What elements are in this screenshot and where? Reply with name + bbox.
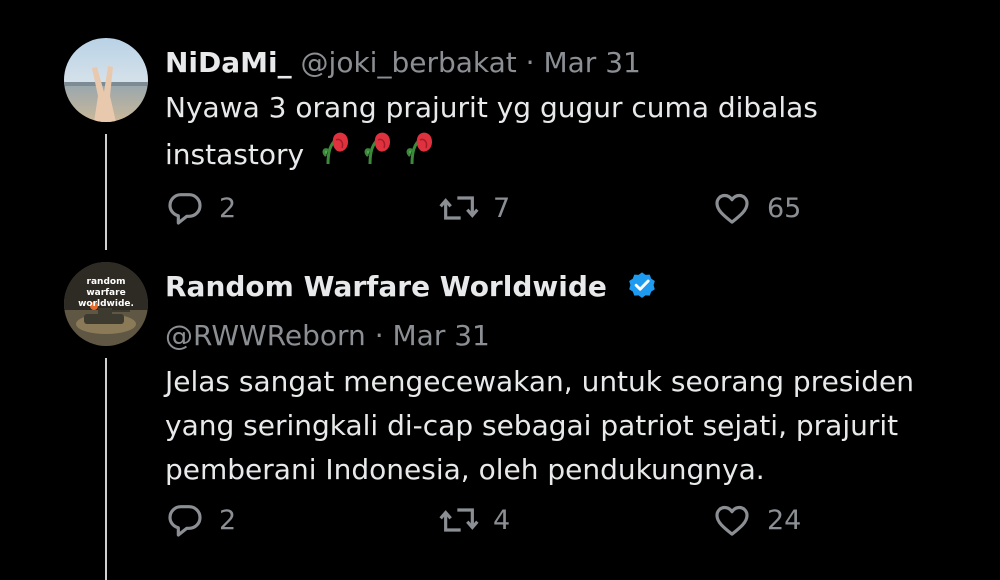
repost-icon [437, 188, 481, 228]
avatar-text: worldwide. [78, 299, 134, 309]
avatar-text: warfare [86, 288, 125, 298]
repost-button[interactable]: 4 [437, 500, 510, 540]
display-name[interactable]: Random Warfare Worldwide [165, 270, 607, 303]
thread-line [105, 134, 107, 250]
like-count: 65 [767, 192, 802, 224]
tweet-text-line: instastory [165, 137, 305, 171]
tweet-text-line: pemberani Indonesia, oleh pendukungnya. [165, 453, 765, 486]
thread-line [105, 358, 107, 580]
reply-icon [165, 188, 205, 228]
separator: · [525, 46, 535, 79]
reply-button[interactable]: 2 [165, 500, 236, 540]
heart-icon [711, 188, 753, 228]
wilted-flower-icon [322, 130, 352, 179]
verified-badge-icon [626, 269, 658, 310]
separator: · [374, 319, 384, 352]
repost-icon [437, 500, 481, 540]
tweet-2[interactable]: random warfare worldwide. Random Warfare… [0, 250, 1000, 580]
repost-count: 7 [493, 192, 511, 224]
repost-button[interactable]: 7 [437, 188, 510, 228]
reply-count: 2 [219, 504, 237, 536]
tweet-actions: 2 4 24 [165, 500, 825, 540]
reply-icon [165, 500, 205, 540]
handle[interactable]: @RWWReborn [165, 319, 366, 352]
tweet-text: Nyawa 3 orang prajurit yg gugur cuma dib… [165, 86, 818, 179]
tweet-text-line: yang seringkali di-cap sebagai patriot s… [165, 409, 899, 442]
tweet-actions: 2 7 65 [165, 188, 825, 228]
handle[interactable]: @joki_berbakat [301, 46, 517, 79]
wilted-flower-icon [364, 130, 394, 179]
tweet-header: NiDaMi_ @joki_berbakat · Mar 31 [165, 45, 641, 81]
like-count: 24 [767, 504, 802, 536]
repost-count: 4 [493, 504, 511, 536]
tweet-text: Jelas sangat mengecewakan, untuk seorang… [165, 360, 914, 492]
reply-button[interactable]: 2 [165, 188, 236, 228]
tweet-subheader: @RWWReborn · Mar 31 [165, 318, 490, 354]
wilted-flower-icon [406, 130, 436, 179]
avatar-text: random [87, 277, 126, 287]
display-name[interactable]: NiDaMi_ [165, 46, 292, 79]
avatar-rww[interactable]: random warfare worldwide. [64, 262, 148, 346]
tweet-1[interactable]: NiDaMi_ @joki_berbakat · Mar 31 Nyawa 3 … [0, 0, 1000, 250]
tweet-text-line-2: instastory [165, 130, 818, 179]
tweet-text-line: Jelas sangat mengecewakan, untuk seorang… [165, 365, 914, 398]
tweet-date[interactable]: Mar 31 [393, 319, 490, 352]
tweet-header: Random Warfare Worldwide [165, 269, 658, 310]
reply-count: 2 [219, 192, 237, 224]
heart-icon [711, 500, 753, 540]
like-button[interactable]: 65 [711, 188, 801, 228]
tweet-date[interactable]: Mar 31 [543, 46, 640, 79]
like-button[interactable]: 24 [711, 500, 801, 540]
avatar-nidami[interactable] [64, 38, 148, 122]
tweet-text-line: Nyawa 3 orang prajurit yg gugur cuma dib… [165, 91, 818, 124]
